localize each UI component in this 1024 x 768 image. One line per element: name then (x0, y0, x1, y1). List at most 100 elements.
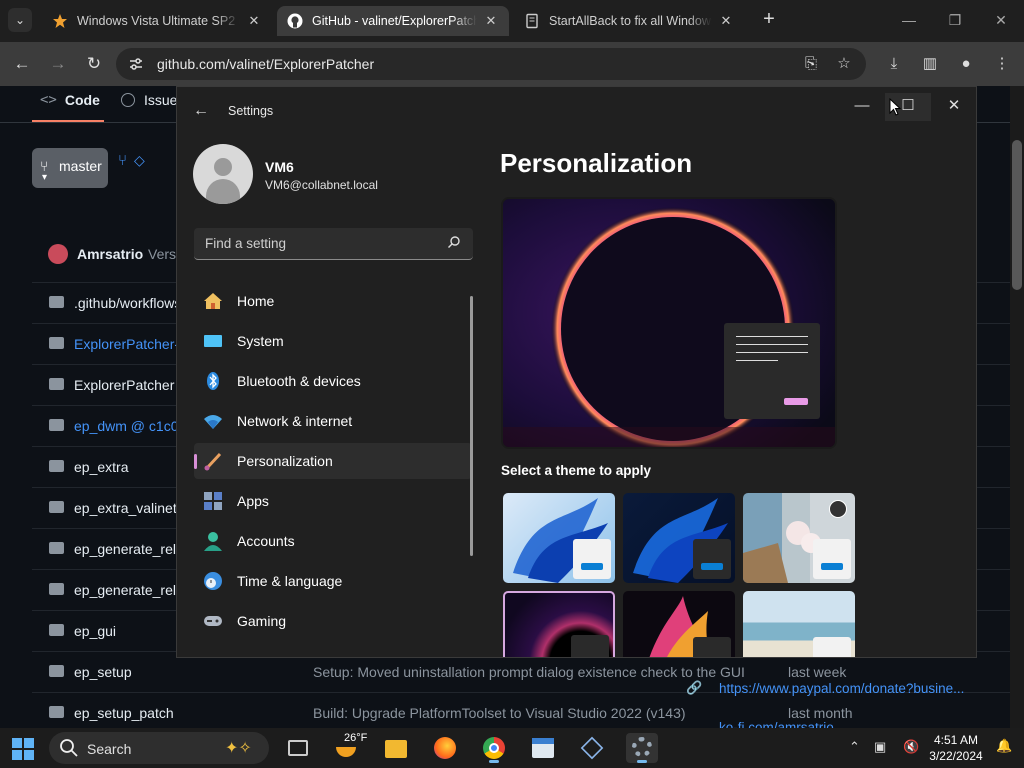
theme-preview (501, 197, 837, 449)
folder-icon (49, 460, 64, 472)
calendar-app-icon[interactable] (527, 733, 559, 763)
theme-windows-dark[interactable] (623, 493, 735, 583)
sidebar-item-apps[interactable]: Apps (194, 483, 472, 519)
theme-glow-selected[interactable] (503, 591, 615, 657)
tab-close-button[interactable]: ✕ (246, 13, 262, 29)
sponsor-link-2[interactable]: ko-fi.com/amrsatrio (719, 720, 834, 728)
firefox-icon[interactable] (429, 733, 461, 763)
file-name[interactable]: ep_extra_valinet. (74, 500, 181, 516)
browser-close-button[interactable]: ✕ (986, 10, 1016, 32)
page-scrollbar-thumb[interactable] (1012, 140, 1022, 290)
sponsor-link[interactable]: https://www.paypal.com/donate?busine... (719, 681, 964, 696)
copilot-sparkle-icon: ✦✧ (225, 740, 252, 757)
theme-captured-motion[interactable] (623, 591, 735, 657)
chrome-icon[interactable] (478, 733, 510, 763)
theme-flowers[interactable] (743, 493, 855, 583)
back-arrow-icon[interactable]: ← (193, 102, 209, 120)
notification-bell-icon[interactable]: 🔔 (996, 738, 1012, 754)
sidebar-item-home[interactable]: Home (194, 283, 472, 319)
tab-close-button[interactable]: ✕ (718, 13, 734, 29)
taskbar-search-box[interactable]: Search ✦✧ (49, 732, 269, 764)
theme-section-label: Select a theme to apply (501, 463, 652, 478)
browser-tab-github[interactable]: GitHub - valinet/ExplorerPatcher ✕ (277, 6, 509, 36)
forward-arrow-icon[interactable]: → (45, 51, 71, 77)
file-name[interactable]: ep_setup (74, 664, 132, 680)
code-icon: <> (40, 92, 57, 108)
commit-message[interactable]: Setup: Moved uninstallation prompt dialo… (313, 664, 745, 680)
github-icon (287, 13, 303, 29)
commit-author[interactable]: Amrsatrio (77, 246, 143, 262)
search-placeholder: Find a setting (205, 236, 287, 251)
windows-start-icon[interactable] (12, 738, 34, 765)
tab-close-button[interactable]: ✕ (483, 13, 499, 29)
theme-sunrise[interactable] (743, 591, 855, 657)
minimize-button[interactable]: — (839, 93, 885, 121)
file-name[interactable]: ep_generate_rele (74, 541, 184, 557)
tag-icon[interactable]: ◇ (134, 152, 145, 169)
preview-window (724, 323, 820, 419)
new-tab-button[interactable]: + (758, 8, 780, 32)
file-name[interactable]: ep_generate_rele (74, 582, 184, 598)
gh-tab-code[interactable]: <> Code (40, 92, 100, 108)
settings-search-input[interactable]: Find a setting (194, 228, 473, 260)
file-name[interactable]: ExplorerPatcher- (74, 336, 179, 352)
sidebar-item-personalization[interactable]: Personalization (194, 443, 472, 479)
table-row[interactable]: ep_setup_patch Build: Upgrade PlatformToo… (32, 692, 1010, 733)
tab-search-dropdown-button[interactable]: ⌄ (8, 8, 32, 32)
side-panel-icon[interactable]: ▥ (920, 54, 940, 74)
avatar[interactable] (48, 244, 68, 264)
sidebar-item-network-internet[interactable]: Network & internet (194, 403, 472, 439)
commit-message[interactable]: Build: Upgrade PlatformToolset to Visual… (313, 705, 686, 721)
folder-icon (49, 296, 64, 308)
branches-icon[interactable]: ⑂ (118, 152, 127, 169)
sidebar-item-gaming[interactable]: Gaming (194, 603, 472, 639)
task-view-icon[interactable] (282, 733, 314, 763)
theme-windows-light[interactable] (503, 493, 615, 583)
volume-muted-icon[interactable]: 🔇 (903, 739, 919, 755)
file-name[interactable]: ep_setup_patch (74, 705, 174, 721)
sidebar-item-label: Gaming (237, 613, 287, 629)
file-name[interactable]: ep_gui (74, 623, 116, 639)
file-name[interactable]: ep_extra (74, 459, 128, 475)
gh-tab-code-label: Code (64, 92, 100, 108)
browser-minimize-button[interactable]: — (894, 10, 924, 32)
settings-app-icon[interactable] (626, 733, 658, 763)
sidebar-item-bluetooth-devices[interactable]: Bluetooth & devices (194, 363, 472, 399)
install-app-icon[interactable]: ⎘ (801, 54, 821, 74)
tab-title: GitHub - valinet/ExplorerPatcher (312, 14, 477, 28)
address-bar[interactable]: github.com/valinet/ExplorerPatcher ⎘ ☆ (116, 48, 866, 80)
back-arrow-icon[interactable]: ← (9, 51, 35, 77)
site-info-icon[interactable] (128, 56, 144, 72)
browser-tab-vista[interactable]: Windows Vista Ultimate SP2 (64-bit) ✕ (42, 6, 272, 36)
taskbar-search-label: Search (87, 741, 132, 757)
sun-icon (336, 747, 356, 757)
folder-icon (49, 624, 64, 636)
file-name[interactable]: ep_dwm @ c1c0 (74, 418, 178, 434)
chevron-up-icon[interactable]: ⌃ (849, 739, 860, 755)
link-icon: 🔗 (686, 680, 703, 695)
file-explorer-icon[interactable] (380, 733, 412, 763)
sidebar-item-accounts[interactable]: Accounts (194, 523, 472, 559)
download-icon[interactable]: ⤓ (884, 54, 904, 74)
document-icon (524, 13, 540, 29)
browser-restore-button[interactable]: ❐ (940, 10, 970, 32)
branch-select-button[interactable]: ⑂ master ▾ (32, 148, 108, 188)
sidebar-item-time-language[interactable]: Time & language (194, 563, 472, 599)
file-name[interactable]: .github/workflows (74, 295, 181, 311)
browser-tab-startallback[interactable]: StartAllBack to fix all Windows 11 ✕ (514, 6, 744, 36)
system-clock[interactable]: 4:51 AM 3/22/2024 (920, 732, 992, 764)
menu-kebab-icon[interactable]: ⋮ (992, 54, 1012, 74)
sidebar-item-system[interactable]: System (194, 323, 472, 359)
reload-icon[interactable]: ↻ (81, 51, 107, 77)
network-icon[interactable]: ▣ (874, 739, 886, 755)
weather-widget[interactable]: 26°F (330, 732, 367, 763)
profile-icon[interactable]: ● (956, 54, 976, 74)
close-button[interactable]: ✕ (931, 93, 976, 121)
gh-tab-issues[interactable]: Issues (121, 92, 184, 108)
sidebar-item-label: Personalization (237, 453, 333, 469)
nav-scrollbar[interactable] (470, 296, 473, 556)
file-name[interactable]: ExplorerPatcher (74, 377, 174, 393)
virtualbox-icon[interactable] (576, 733, 608, 763)
user-avatar[interactable] (193, 144, 253, 204)
bookmark-star-icon[interactable]: ☆ (834, 54, 854, 74)
